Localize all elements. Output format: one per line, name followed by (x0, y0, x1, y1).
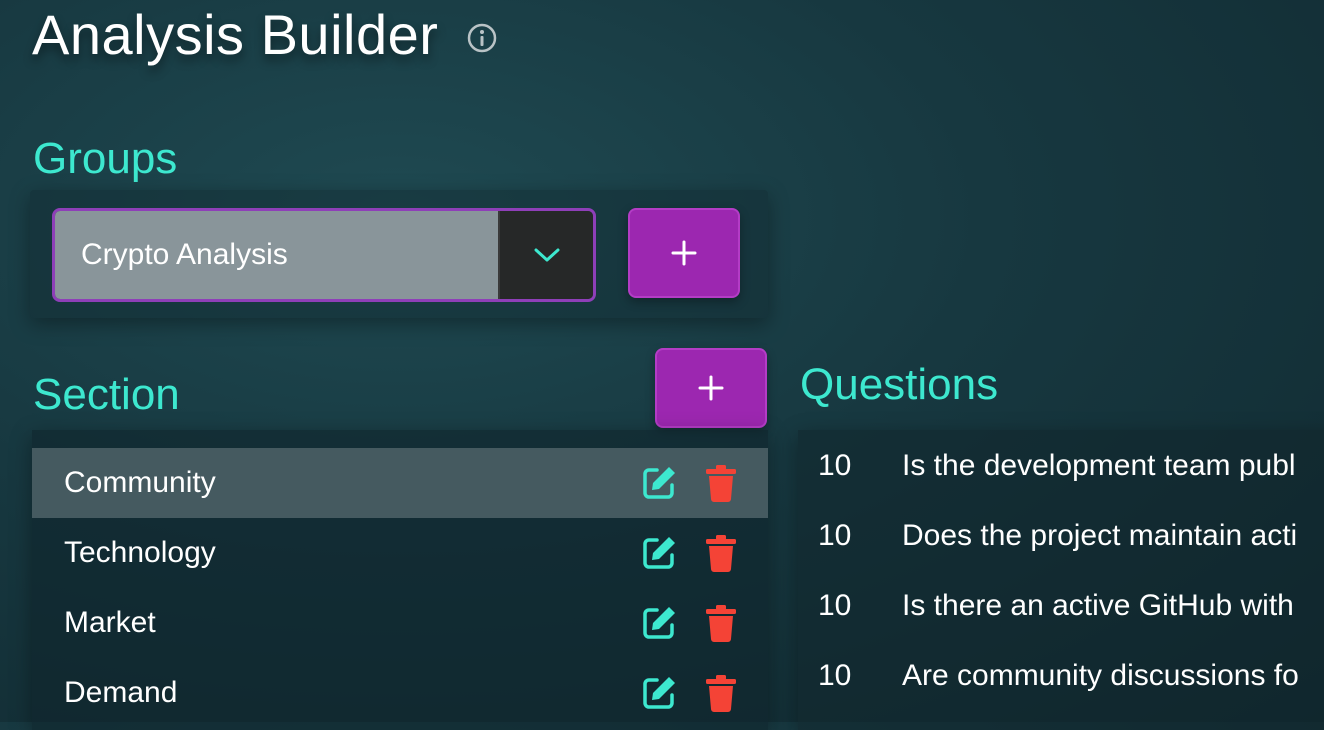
section-item-community[interactable]: Community (32, 448, 768, 518)
question-row[interactable]: 10 Does the project maintain acti (798, 501, 1324, 571)
group-dropdown-toggle[interactable] (498, 211, 593, 299)
chevron-down-icon (534, 248, 559, 262)
question-text: Is the development team publ (902, 449, 1296, 482)
edit-icon[interactable] (640, 604, 678, 642)
section-item-technology[interactable]: Technology (32, 518, 768, 588)
plus-icon (698, 375, 724, 401)
question-score: 10 (818, 519, 852, 552)
group-select-dropdown[interactable]: Crypto Analysis (52, 208, 596, 302)
add-section-button[interactable] (655, 348, 767, 428)
edit-icon[interactable] (640, 464, 678, 502)
info-circle-icon[interactable] (466, 22, 498, 54)
section-item-demand[interactable]: Demand (32, 658, 768, 728)
question-text: Is there an active GitHub with (902, 589, 1294, 622)
trash-icon[interactable] (704, 464, 738, 502)
question-text: Does the project maintain acti (902, 519, 1298, 552)
question-text: Are community discussions fo (902, 659, 1299, 692)
plus-icon (671, 240, 697, 266)
question-score: 10 (818, 449, 852, 482)
section-item-label: Demand (64, 676, 178, 709)
question-row[interactable]: 10 Are community discussions fo (798, 641, 1324, 711)
section-item-label: Market (64, 606, 156, 639)
add-group-button[interactable] (628, 208, 740, 298)
groups-heading: Groups (33, 134, 178, 183)
page-title: Analysis Builder (32, 3, 439, 66)
question-row[interactable]: 10 Is there an active GitHub with (798, 571, 1324, 641)
edit-icon[interactable] (640, 534, 678, 572)
question-score: 10 (818, 659, 852, 692)
trash-icon[interactable] (704, 534, 738, 572)
questions-heading: Questions (800, 360, 999, 409)
question-row[interactable]: 10 Is the development team publ (798, 431, 1324, 501)
section-item-label: Community (64, 466, 216, 499)
section-item-market[interactable]: Market (32, 588, 768, 658)
edit-icon[interactable] (640, 674, 678, 712)
group-select-value: Crypto Analysis (55, 211, 498, 299)
questions-list: 10 Is the development team publ 10 Does … (798, 430, 1324, 730)
section-list: Community Technology Market Demand (32, 430, 768, 730)
section-heading: Section (33, 370, 180, 419)
section-item-label: Technology (64, 536, 216, 569)
question-score: 10 (818, 589, 852, 622)
trash-icon[interactable] (704, 674, 738, 712)
trash-icon[interactable] (704, 604, 738, 642)
